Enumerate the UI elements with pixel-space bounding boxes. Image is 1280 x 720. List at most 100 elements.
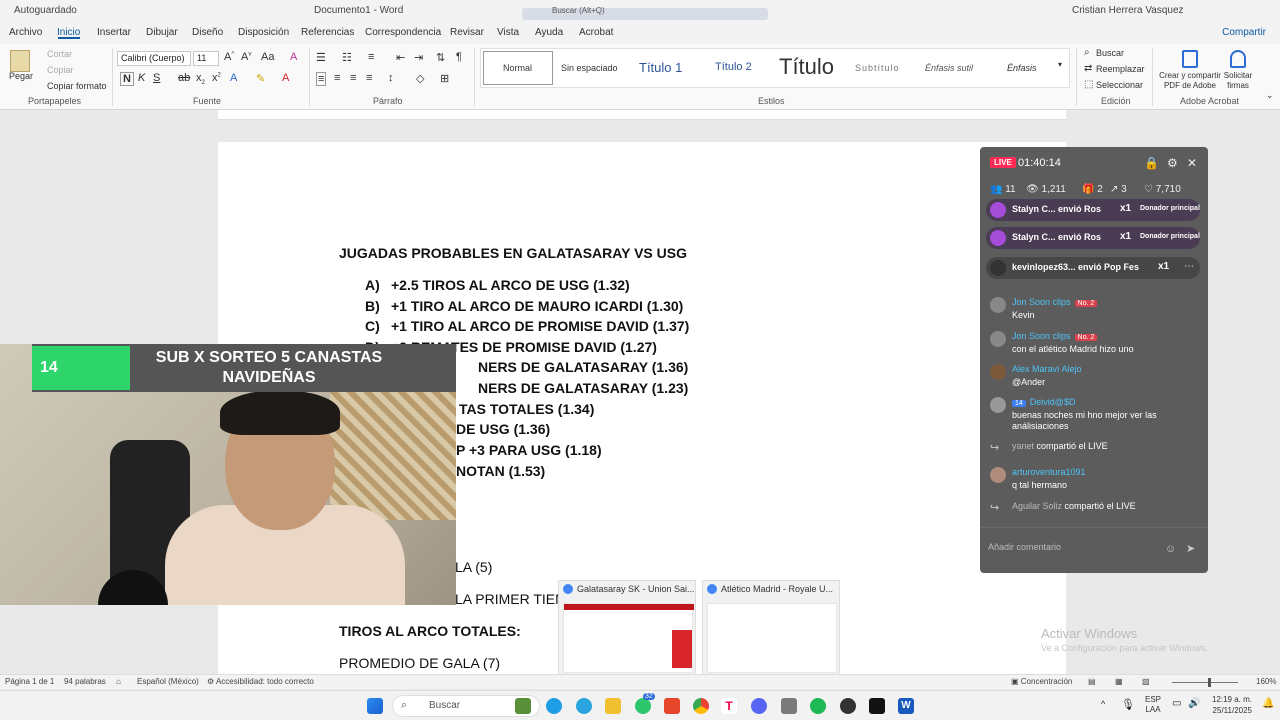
microphone-icon[interactable]: 🎙 — [1121, 698, 1135, 711]
style-normal[interactable]: Normal — [503, 63, 532, 73]
web-layout-icon[interactable]: ▧ — [1142, 677, 1150, 686]
more-options-icon[interactable]: ⋯ — [1184, 261, 1194, 272]
notifications-icon[interactable]: 🔔 — [1262, 698, 1274, 709]
horizontal-ruler[interactable] — [218, 110, 1066, 120]
brave-icon[interactable] — [664, 698, 680, 714]
calculator-icon[interactable] — [781, 698, 797, 714]
word-icon[interactable]: W — [898, 698, 914, 714]
sort-icon[interactable]: ⇅ — [436, 51, 445, 64]
font-size-select[interactable]: 11 — [193, 51, 219, 66]
highlight-icon[interactable]: ✎ — [256, 72, 265, 85]
replace-button[interactable]: Reemplazar — [1096, 64, 1145, 74]
find-icon[interactable]: ⌕ — [1084, 47, 1090, 58]
line-spacing-icon[interactable]: ↕ — [388, 72, 394, 84]
tab-archivo[interactable]: Archivo — [9, 27, 42, 38]
media-app-icon[interactable] — [840, 698, 856, 714]
borders-icon[interactable]: ⊞ — [440, 72, 449, 85]
page-count[interactable]: Página 1 de 1 — [5, 677, 54, 686]
bullets-icon[interactable]: ☰ — [316, 51, 326, 64]
align-left-icon[interactable]: ≡ — [316, 72, 327, 86]
request-signatures-button[interactable]: Solicitar firmas — [1222, 71, 1254, 91]
numbering-icon[interactable]: ☷ — [342, 51, 352, 64]
tab-dibujar[interactable]: Dibujar — [146, 27, 178, 38]
text-editor-icon[interactable]: T — [721, 698, 737, 714]
chrome-thumbnail-2[interactable]: Atlético Madrid - Royale U... — [702, 580, 840, 678]
close-icon[interactable]: ✕ — [1187, 156, 1197, 170]
create-pdf-button[interactable]: Crear y compartir PDF de Adobe — [1159, 71, 1221, 91]
volume-icon[interactable]: 🔊 — [1188, 698, 1200, 709]
proofing-icon[interactable]: ⌂ — [116, 677, 121, 686]
edge-icon[interactable] — [546, 698, 562, 714]
search-input[interactable]: Buscar (Alt+Q) — [522, 6, 768, 20]
zoom-level[interactable]: 160% — [1256, 677, 1276, 686]
spotify-icon[interactable] — [810, 698, 826, 714]
word-count[interactable]: 94 palabras — [64, 677, 106, 686]
find-button[interactable]: Buscar — [1096, 48, 1124, 58]
align-center-icon[interactable]: ≡ — [334, 72, 340, 84]
underline-icon[interactable]: S — [153, 72, 160, 84]
windows-start-icon[interactable] — [367, 698, 383, 714]
telegram-icon[interactable] — [576, 698, 592, 714]
print-layout-icon[interactable]: ▦ — [1115, 677, 1123, 686]
cut-button[interactable]: Cortar — [47, 49, 72, 59]
request-signatures-icon[interactable] — [1230, 50, 1246, 68]
tab-correspondencia[interactable]: Correspondencia — [365, 27, 441, 38]
send-icon[interactable]: ➤ — [1186, 542, 1195, 555]
show-marks-icon[interactable]: ¶ — [456, 51, 462, 63]
bold-icon[interactable]: N — [120, 72, 134, 86]
grow-font-icon[interactable]: A^ — [224, 51, 234, 63]
chrome-icon[interactable] — [693, 698, 709, 714]
style-heading1[interactable]: Título 1 — [639, 60, 682, 75]
read-mode-icon[interactable]: ▤ — [1088, 677, 1096, 686]
tab-revisar[interactable]: Revisar — [450, 27, 484, 38]
style-heading2[interactable]: Título 2 — [715, 61, 752, 73]
font-color-icon[interactable]: A — [282, 72, 289, 84]
accessibility-status[interactable]: ⚙ Accesibilidad: todo correcto — [207, 677, 314, 686]
increase-indent-icon[interactable]: ⇥ — [414, 51, 423, 64]
tab-insertar[interactable]: Insertar — [97, 27, 131, 38]
italic-icon[interactable]: K — [138, 72, 145, 84]
style-no-spacing[interactable]: Sin espaciado — [561, 63, 618, 73]
paste-button[interactable]: Pegar — [9, 71, 33, 81]
user-name[interactable]: Cristian Herrera Vasquez — [1072, 5, 1184, 16]
multilevel-list-icon[interactable]: ≡ — [368, 51, 374, 63]
comment-input[interactable]: Añadir comentario — [988, 537, 1166, 559]
superscript-icon[interactable]: x2 — [212, 72, 221, 84]
share-button[interactable]: Compartir — [1222, 27, 1266, 38]
zoom-slider[interactable] — [1172, 682, 1238, 683]
tab-referencias[interactable]: Referencias — [301, 27, 354, 38]
zoom-slider-thumb[interactable] — [1208, 678, 1211, 687]
paste-icon[interactable] — [10, 50, 30, 72]
collapse-ribbon-icon[interactable]: ⌄ — [1266, 90, 1274, 101]
style-subtitle[interactable]: Subtítulo — [855, 63, 900, 73]
decrease-indent-icon[interactable]: ⇤ — [396, 51, 405, 64]
network-icon[interactable]: ▭ — [1172, 698, 1181, 709]
autosave-label[interactable]: Autoguardado — [14, 5, 77, 16]
tab-ayuda[interactable]: Ayuda — [535, 27, 563, 38]
select-button[interactable]: Seleccionar — [1096, 80, 1143, 90]
widgets-icon[interactable] — [515, 698, 531, 714]
select-icon[interactable]: ⬚ — [1084, 79, 1093, 90]
text-effects-icon[interactable]: A — [230, 72, 237, 84]
discord-icon[interactable] — [751, 698, 767, 714]
tab-diseno[interactable]: Diseño — [192, 27, 223, 38]
justify-icon[interactable]: ≡ — [366, 72, 372, 84]
pdf-create-icon[interactable] — [1182, 50, 1198, 68]
lock-icon[interactable]: 🔒 — [1144, 156, 1159, 170]
tiktok-icon[interactable] — [869, 698, 885, 714]
input-language[interactable]: ESP LAA — [1145, 695, 1161, 715]
subscript-icon[interactable]: x2 — [196, 72, 205, 86]
tab-disposicion[interactable]: Disposición — [238, 27, 289, 38]
style-subtle-emphasis[interactable]: Énfasis sutil — [925, 63, 973, 73]
chrome-thumbnail-1[interactable]: Galatasaray SK - Union Sai... — [558, 580, 696, 678]
file-explorer-icon[interactable] — [605, 698, 621, 714]
style-emphasis[interactable]: Énfasis — [1007, 63, 1037, 73]
gear-icon[interactable]: ⚙ — [1167, 156, 1178, 170]
format-painter-button[interactable]: Copiar formato — [47, 81, 107, 91]
shrink-font-icon[interactable]: Av — [241, 51, 251, 63]
styles-more-icon[interactable]: ▾ — [1058, 60, 1062, 69]
tab-vista[interactable]: Vista — [497, 27, 519, 38]
clear-format-icon[interactable]: A — [290, 51, 297, 63]
style-title[interactable]: Título — [779, 54, 834, 80]
shading-icon[interactable]: ◇ — [416, 72, 424, 85]
